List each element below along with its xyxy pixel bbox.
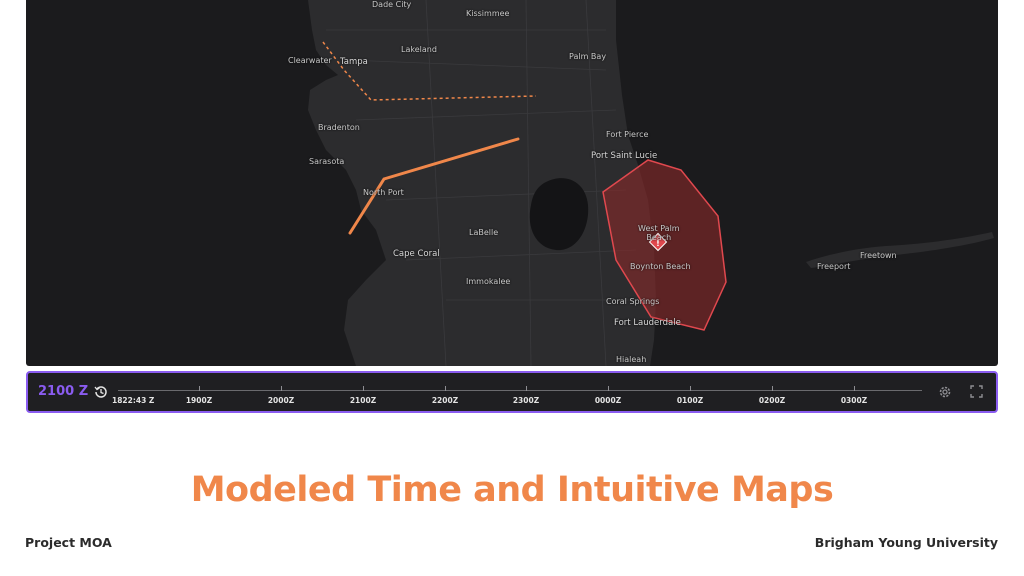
timeline-tick: [772, 386, 773, 391]
city-label-palm-bay: Palm Bay: [569, 52, 607, 61]
timeline-tick-label: 2200Z: [431, 396, 459, 405]
map-canvas: !: [308, 0, 994, 366]
city-label-west-palm-beach: West Palm Beach: [638, 224, 680, 242]
gear-icon[interactable]: [937, 384, 953, 400]
timeline-tick: [199, 386, 200, 391]
city-label-freetown: Freetown: [860, 251, 897, 260]
slide-title: Modeled Time and Intuitive Maps: [190, 470, 834, 510]
city-label-dade-city: Dade City: [372, 0, 412, 9]
city-label-port-saint-lucie: Port Saint Lucie: [591, 151, 658, 161]
timeline-tick: [526, 386, 527, 391]
timeline-tick-label: 0100Z: [676, 396, 704, 405]
city-label-cape-coral: Cape Coral: [393, 249, 440, 259]
city-label-hialeah: Hialeah: [616, 355, 647, 364]
current-time-display: 2100 Z: [38, 384, 89, 399]
city-label-lakeland: Lakeland: [401, 45, 437, 54]
city-label-labelle: LaBelle: [469, 228, 499, 237]
timeline-tick: [854, 386, 855, 391]
history-icon[interactable]: [94, 385, 108, 399]
timeline-tick-label: 2100Z: [349, 396, 377, 405]
footer-project-name: Project MOA: [25, 535, 112, 550]
timeline-track[interactable]: [118, 390, 922, 391]
city-label-tampa: Tampa: [340, 57, 368, 67]
city-label-boynton-beach: Boynton Beach: [630, 262, 691, 271]
timeline-tick: [608, 386, 609, 391]
city-label-freeport: Freeport: [817, 262, 851, 271]
timeline-tick: [363, 386, 364, 391]
timeline-bar[interactable]: 2100 Z 1822:43 Z 1900Z 2000Z 2100Z 2200Z…: [26, 371, 998, 413]
city-label-fort-lauderdale: Fort Lauderdale: [614, 318, 681, 328]
timeline-tick: [445, 386, 446, 391]
timeline-tick: [690, 386, 691, 391]
city-label-bradenton: Bradenton: [318, 123, 360, 132]
timeline-tick-label: 2000Z: [267, 396, 295, 405]
city-label-sarasota: Sarasota: [309, 157, 345, 166]
timeline-tick-label: 0200Z: [758, 396, 786, 405]
timeline-tick-label: 2300Z: [512, 396, 540, 405]
expand-icon[interactable]: [970, 385, 983, 398]
city-label-north-port: North Port: [363, 188, 404, 197]
footer-organization: Brigham Young University: [814, 535, 998, 550]
city-label-coral-springs: Coral Springs: [606, 297, 660, 306]
city-label-kissimmee: Kissimmee: [466, 9, 510, 18]
city-label-fort-pierce: Fort Pierce: [606, 130, 649, 139]
timeline-tick: [281, 386, 282, 391]
timeline-tick-label: 0300Z: [840, 396, 868, 405]
timeline-start-label: 1822:43 Z: [112, 396, 155, 405]
map-view[interactable]: ! Dade City Kissimmee Clearwater Tampa L…: [26, 0, 998, 366]
city-label-immokalee: Immokalee: [466, 277, 511, 286]
city-label-clearwater: Clearwater: [288, 56, 332, 65]
timeline-tick-label: 1900Z: [185, 396, 213, 405]
timeline-tick-label: 0000Z: [594, 396, 622, 405]
